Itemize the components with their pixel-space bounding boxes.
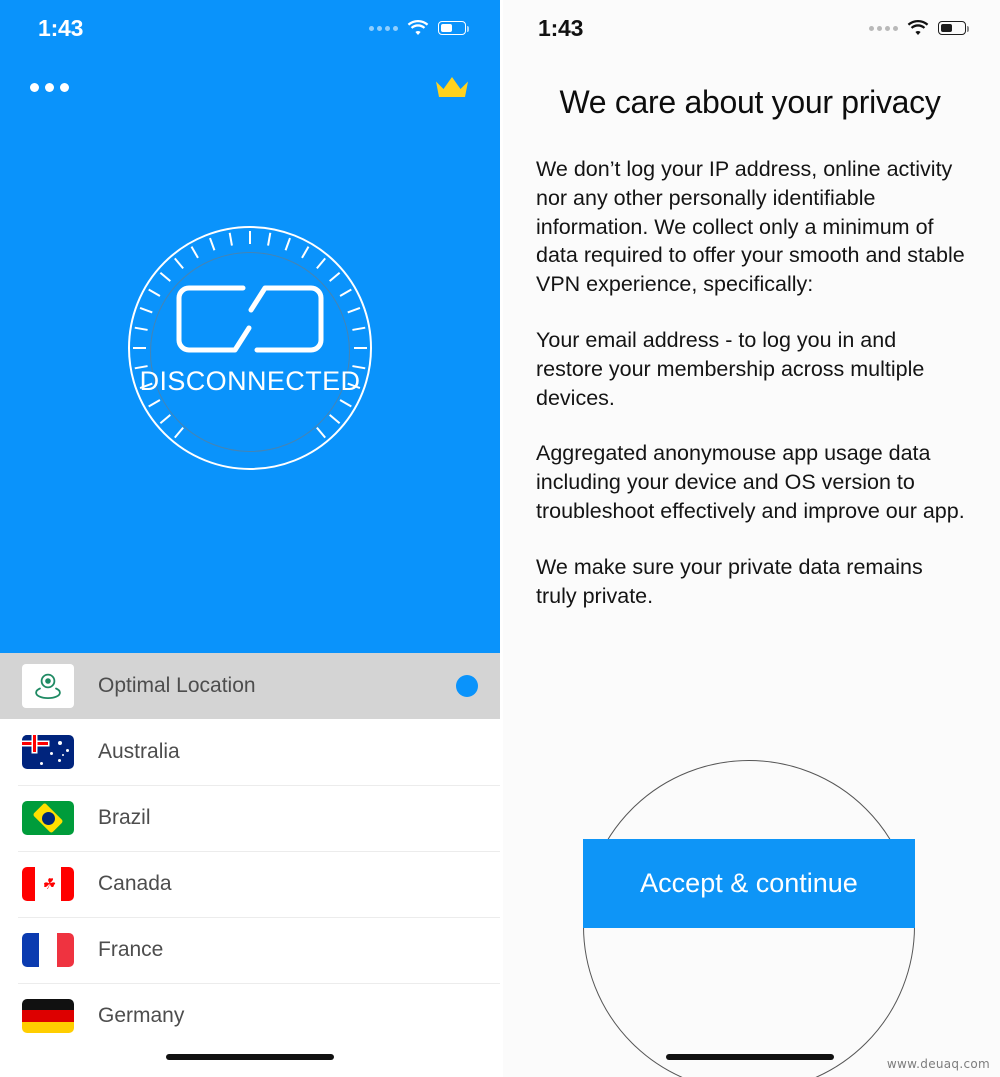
dial-tick	[354, 347, 367, 349]
optimal-location-pin-icon	[22, 664, 74, 708]
location-label: Germany	[98, 1004, 185, 1027]
vpn-status-label: DISCONNECTED	[139, 366, 361, 396]
privacy-paragraph: We make sure your private data remains t…	[536, 554, 923, 608]
flag-canada-icon: ☘	[22, 866, 74, 902]
privacy-paragraph: We don’t log your IP address, online act…	[536, 157, 965, 297]
location-row[interactable]: Brazil	[0, 785, 500, 851]
signal-dots-icon	[869, 25, 898, 31]
location-row[interactable]: ☘ Canada	[0, 851, 500, 917]
dial-tick	[284, 237, 291, 251]
dial-tick	[249, 231, 251, 244]
vpn-main-screen: 1:43 DISCONNECTED Optimal Location Austr…	[0, 0, 500, 1077]
battery-icon	[938, 21, 969, 35]
dial-tick	[148, 399, 161, 408]
wifi-icon	[907, 20, 929, 35]
dial-tick	[228, 232, 233, 246]
flag-germany-icon	[22, 998, 74, 1034]
status-time: 1:43	[38, 14, 84, 41]
location-list: Optimal Location Australia Brazil ☘ Canada Fr…	[0, 653, 500, 1077]
dial-tick	[159, 272, 171, 282]
crown-icon[interactable]	[434, 74, 470, 100]
dial-tick	[174, 427, 184, 439]
dial-tick	[329, 272, 341, 282]
watermark: www.deuaq.com	[886, 1057, 990, 1071]
location-label: Brazil	[98, 806, 151, 829]
location-label: Optimal Location	[98, 674, 256, 697]
dial-tick	[339, 399, 352, 408]
dial-tick	[316, 427, 326, 439]
wifi-icon	[407, 20, 429, 35]
location-label: France	[98, 938, 164, 961]
dial-tick	[347, 307, 361, 314]
location-row[interactable]: France	[0, 917, 500, 983]
home-indicator-left	[166, 1054, 334, 1060]
status-bar-left: 1:43	[0, 0, 500, 56]
dial-tick	[148, 288, 161, 297]
dial-tick	[134, 326, 148, 331]
flag-france-icon	[22, 932, 74, 968]
privacy-policy-text: We don’t log your IP address, online act…	[536, 155, 968, 610]
accept-area: Accept & continue	[500, 760, 1000, 1077]
dial-tick	[329, 414, 341, 424]
selected-indicator-dot	[456, 675, 478, 697]
dial-tick	[209, 237, 216, 251]
app-top-bar	[0, 56, 500, 118]
location-row[interactable]: Optimal Location	[0, 653, 500, 719]
flag-australia-icon	[22, 734, 74, 770]
status-bar-right: 1:43	[500, 0, 1000, 56]
privacy-paragraph: Aggregated anonymouse app usage data inc…	[536, 441, 965, 523]
home-indicator-right	[666, 1054, 834, 1060]
battery-icon	[438, 21, 469, 35]
dial-tick	[301, 246, 310, 259]
dial-tick	[267, 232, 272, 246]
broken-link-icon	[176, 285, 324, 353]
vpn-status-dial[interactable]: DISCONNECTED	[128, 226, 372, 470]
location-label: Canada	[98, 872, 172, 895]
dial-tick	[190, 246, 199, 259]
page-title: We care about your privacy	[559, 84, 941, 120]
dial-tick	[133, 347, 146, 349]
status-time: 1:43	[538, 14, 584, 41]
location-row[interactable]: Germany	[0, 983, 500, 1049]
status-icons	[869, 20, 969, 36]
screenshot-root: 1:43 DISCONNECTED Optimal Location Austr…	[0, 0, 1000, 1077]
signal-dots-icon	[369, 25, 398, 31]
dial-tick	[159, 414, 171, 424]
status-icons	[369, 20, 469, 36]
vpn-hero-area: 1:43 DISCONNECTED	[0, 0, 500, 653]
dial-tick	[316, 257, 326, 269]
privacy-paragraph: Your email address - to log you in and r…	[536, 327, 925, 410]
dial-tick	[174, 257, 184, 269]
dial-tick	[339, 288, 352, 297]
privacy-consent-screen: 1:43 We care about your privacy We don’t…	[500, 0, 1000, 1077]
location-label: Australia	[98, 740, 180, 763]
location-row[interactable]: Australia	[0, 719, 500, 785]
flag-brazil-icon	[22, 800, 74, 836]
accept-and-continue-button[interactable]: Accept & continue	[583, 839, 915, 928]
dial-tick	[139, 307, 153, 314]
dial-tick	[352, 326, 366, 331]
more-dots-icon[interactable]	[20, 73, 79, 102]
